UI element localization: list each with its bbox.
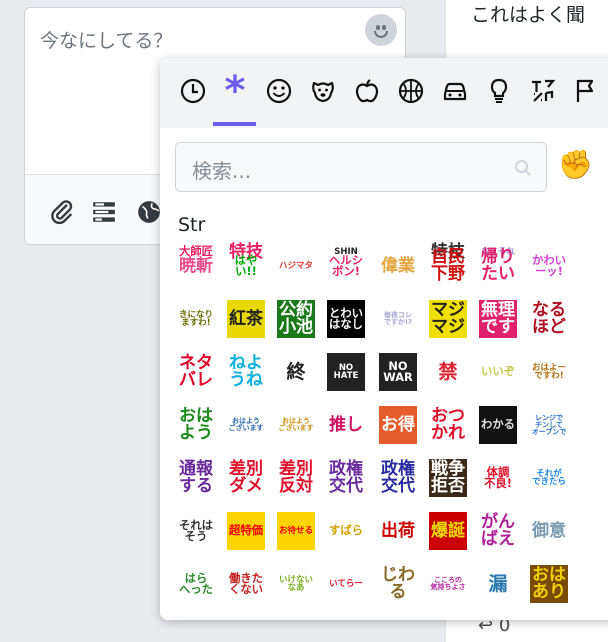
custom-emoji[interactable]: 体調 不良! <box>479 459 517 497</box>
custom-emoji[interactable]: いいぞ <box>479 353 517 391</box>
custom-emoji[interactable]: 毎夜コレ ですか!? <box>379 300 417 338</box>
animal-icon[interactable] <box>306 72 340 110</box>
custom-emoji[interactable]: NO HATE <box>327 353 365 391</box>
section-title: Str <box>178 214 206 236</box>
custom-emoji[interactable]: おはよう ございます <box>227 406 265 444</box>
active-category-indicator <box>213 122 256 126</box>
custom-emoji[interactable]: それが できたら <box>530 459 568 497</box>
smiley-icon[interactable] <box>262 72 296 110</box>
custom-emoji[interactable]: こころの 気持ちよさ <box>429 565 467 603</box>
custom-emoji[interactable]: なる ほど <box>530 300 568 338</box>
search-placeholder: 検索... <box>192 159 252 183</box>
custom-emoji[interactable]: とわい はなし <box>327 300 365 338</box>
custom-emoji[interactable]: ヘルシ ボン! <box>327 247 365 285</box>
emoji-picker: * 検索... ✊ Str 大師匠 特技 SHIN 特技 なにそれ 暁斬 はや … <box>160 58 608 620</box>
custom-emoji[interactable]: 爆誕 <box>429 512 467 550</box>
emoji-grid: 大師匠 特技 SHIN 特技 なにそれ 暁斬 はや い!! ハジマタ ヘルシ ボン! 偉業 自民 下… <box>160 236 590 620</box>
custom-emoji[interactable]: おつ かれ <box>429 406 467 444</box>
activity-icon[interactable] <box>394 72 428 110</box>
custom-emoji[interactable]: 戦争 拒否 <box>429 459 467 497</box>
custom-emoji[interactable]: 差別 反対 <box>277 459 315 497</box>
custom-emoji[interactable]: それは そう <box>177 512 215 550</box>
custom-emoji[interactable]: いてらー <box>327 565 365 603</box>
custom-emoji[interactable]: 通報 する <box>177 459 215 497</box>
emoji-picker-button[interactable] <box>365 14 397 46</box>
custom-emoji[interactable]: はら へった <box>177 565 215 603</box>
custom-emoji[interactable]: ねよ うね <box>227 353 265 391</box>
note-text: これはよく聞 <box>471 4 586 26</box>
recent-icon[interactable] <box>176 72 210 110</box>
custom-emoji[interactable]: 公約 小池 <box>277 300 315 338</box>
custom-emoji[interactable] <box>580 236 590 271</box>
custom-emoji[interactable]: わかる <box>479 406 517 444</box>
custom-emoji[interactable]: はや い!! <box>227 247 265 285</box>
custom-emoji[interactable]: お得 <box>379 406 417 444</box>
objects-icon[interactable] <box>482 72 516 110</box>
travel-icon[interactable] <box>438 72 472 110</box>
custom-emoji[interactable]: おはよう ございます <box>277 406 315 444</box>
skin-tone-button[interactable]: ✊ <box>558 148 593 182</box>
custom-emoji[interactable]: 紅茶 <box>227 300 265 338</box>
custom-emoji[interactable]: レンジで チンして オーブンで <box>530 406 568 444</box>
category-bar: * <box>160 58 608 128</box>
search-icon <box>515 160 531 176</box>
food-icon[interactable] <box>350 72 384 110</box>
custom-emoji[interactable]: 禁 <box>429 353 467 391</box>
custom-emoji[interactable]: いけない なあ <box>277 565 315 603</box>
custom-emoji[interactable]: 偉業 <box>379 247 417 285</box>
custom-emoji[interactable]: 無理 です <box>479 300 517 338</box>
custom-emoji[interactable]: がん ばえ <box>479 512 517 550</box>
custom-emoji[interactable]: 漏 <box>479 565 517 603</box>
custom-emoji[interactable]: かわい ーッ! <box>530 247 568 285</box>
custom-emoji[interactable]: おは あり <box>530 565 568 603</box>
custom-emoji[interactable]: 推し <box>327 406 365 444</box>
custom-emoji[interactable]: ハジマタ <box>277 247 315 285</box>
custom-emoji[interactable]: すばら <box>327 512 365 550</box>
custom-emoji[interactable]: ネタ バレ <box>177 353 215 391</box>
custom-emoji[interactable]: 帰り たい <box>479 247 517 285</box>
custom-emoji[interactable]: 暁斬 <box>177 247 215 285</box>
custom-emoji[interactable]: マジ マジ <box>429 300 467 338</box>
custom-emoji[interactable]: 差別 ダメ <box>227 459 265 497</box>
custom-emoji[interactable]: 政権 交代 <box>379 459 417 497</box>
custom-emoji[interactable]: お待せる <box>277 512 315 550</box>
custom-icon[interactable]: * <box>218 71 252 111</box>
custom-emoji[interactable]: 超特価 <box>227 512 265 550</box>
custom-emoji[interactable]: きになり ますわ! <box>177 300 215 338</box>
custom-emoji[interactable]: 政権 交代 <box>327 459 365 497</box>
flags-icon[interactable] <box>570 72 604 110</box>
search-input[interactable]: 検索... <box>175 142 547 192</box>
custom-emoji[interactable]: NO WAR <box>379 353 417 391</box>
custom-emoji[interactable]: おは よう <box>177 406 215 444</box>
custom-emoji[interactable]: 自民 下野 <box>429 247 467 285</box>
custom-emoji[interactable]: 働きた くない <box>227 565 265 603</box>
custom-emoji[interactable]: 出荷 <box>379 512 417 550</box>
compose-input[interactable]: 今なにしてる？ <box>40 26 172 53</box>
poll-icon[interactable] <box>91 199 117 225</box>
attachment-icon[interactable] <box>49 199 75 225</box>
custom-emoji[interactable]: 終 <box>277 353 315 391</box>
symbols-icon[interactable] <box>526 72 560 110</box>
custom-emoji[interactable]: おはよー ですわ! <box>530 353 568 391</box>
custom-emoji[interactable]: 御意 <box>530 512 568 550</box>
custom-emoji[interactable]: じわ る <box>379 565 417 603</box>
globe-icon[interactable] <box>136 199 162 225</box>
